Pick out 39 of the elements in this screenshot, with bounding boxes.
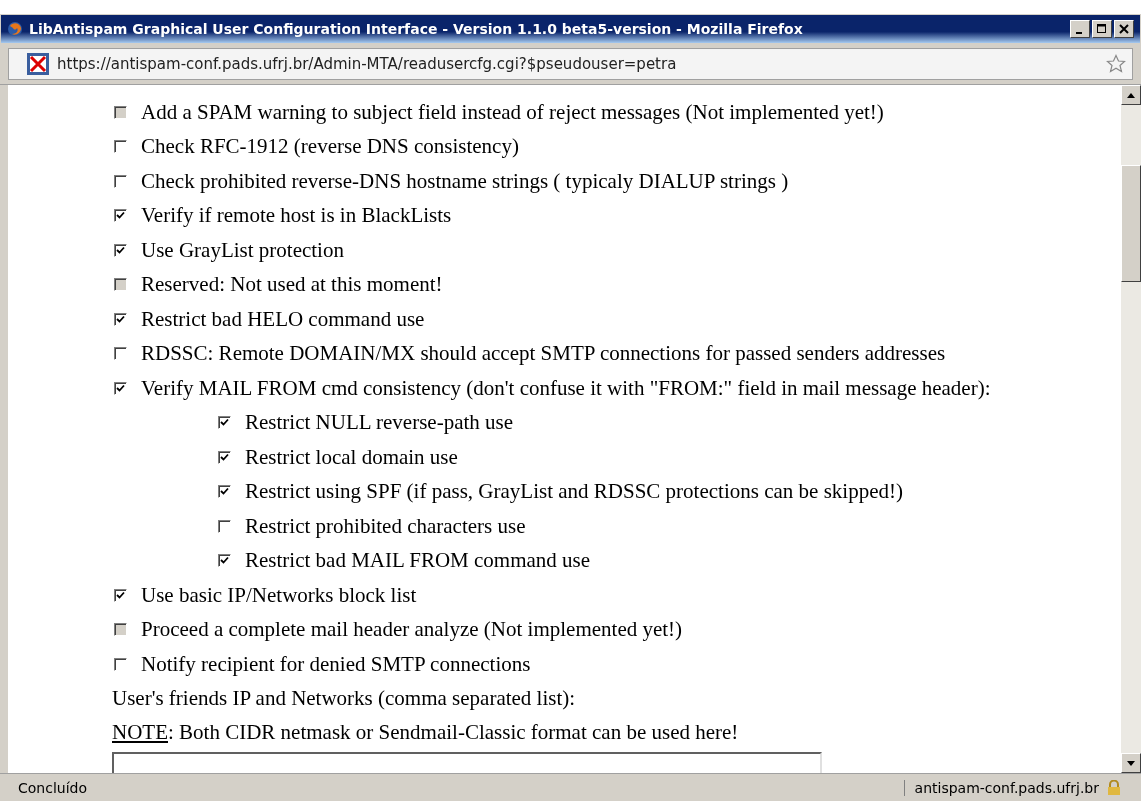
option-label: Restrict local domain use [245,444,458,470]
minimize-button[interactable] [1070,20,1090,38]
option-label: Verify if remote host is in BlackLists [141,203,452,229]
minimize-icon [1076,31,1082,34]
option-label: Restrict using SPF (if pass, GrayList and RDSSC protections can be skipped!) [245,479,903,505]
close-button[interactable] [1114,20,1134,38]
firefox-icon [7,21,23,37]
option-label: Use GrayList protection [141,237,344,263]
option-label: RDSSC: Remote DOMAIN/MX should accept SMTP connections for passed senders addresses [141,341,946,367]
option-label: Restrict bad HELO command use [141,306,425,332]
star-icon[interactable] [1106,54,1126,74]
friends-label: User's friends IP and Networks (comma separated list): [112,685,577,712]
status-text: Concluído [18,779,88,796]
lock-icon [1107,779,1121,796]
down-arrow-icon [1127,760,1135,766]
option-label: Check prohibited reverse-DNS hostname strings ( typicaly DIALUP strings ) [141,168,789,194]
maximize-button[interactable] [1092,20,1112,38]
up-arrow-icon [1127,92,1135,98]
status-host: antispam-conf.pads.ufrj.br [903,779,1099,796]
option-label: Notify recipient for denied SMTP connections [141,651,531,677]
close-icon [1119,24,1129,34]
option-label: Check RFC-1912 (reverse DNS consistency) [141,134,519,160]
option-label: Use basic IP/Networks block list [141,582,417,608]
option-label: Verify MAIL FROM cmd consistency (don't confuse it with "FROM:" field in mail message header): [141,375,991,401]
scroll-up-button[interactable] [1121,85,1141,105]
option-label: Add a SPAM warning to subject field instead of reject messages (Not implemented yet!) [141,99,884,125]
window-title: LibAntispam Graphical User Configuration Interface - Version 1.1.0 beta5-version - Mozilla Firefox [29,21,804,37]
option-label: Restrict bad MAIL FROM command use [245,548,591,574]
address-field[interactable]: https://antispam-conf.pads.ufrj.br/Admin-MTA/readusercfg.cgi?$pseudouser=petra [8,48,1133,80]
scroll-thumb[interactable] [1121,165,1141,282]
option-label: Reserved: Not used at this moment! [141,272,443,298]
note-label: NOTE [112,720,168,745]
option-label: Restrict prohibited characters use [245,513,526,539]
option-label: Proceed a complete mail header analyze (Not implemented yet!) [141,617,683,643]
note-text: NOTE: Both CIDR netmask or Sendmail-Classic format can be used here! [112,719,740,747]
scroll-down-button[interactable] [1121,753,1141,773]
maximize-icon [1097,24,1107,34]
option-label: Restrict NULL reverse-path use [245,410,514,436]
site-icon [27,53,49,75]
